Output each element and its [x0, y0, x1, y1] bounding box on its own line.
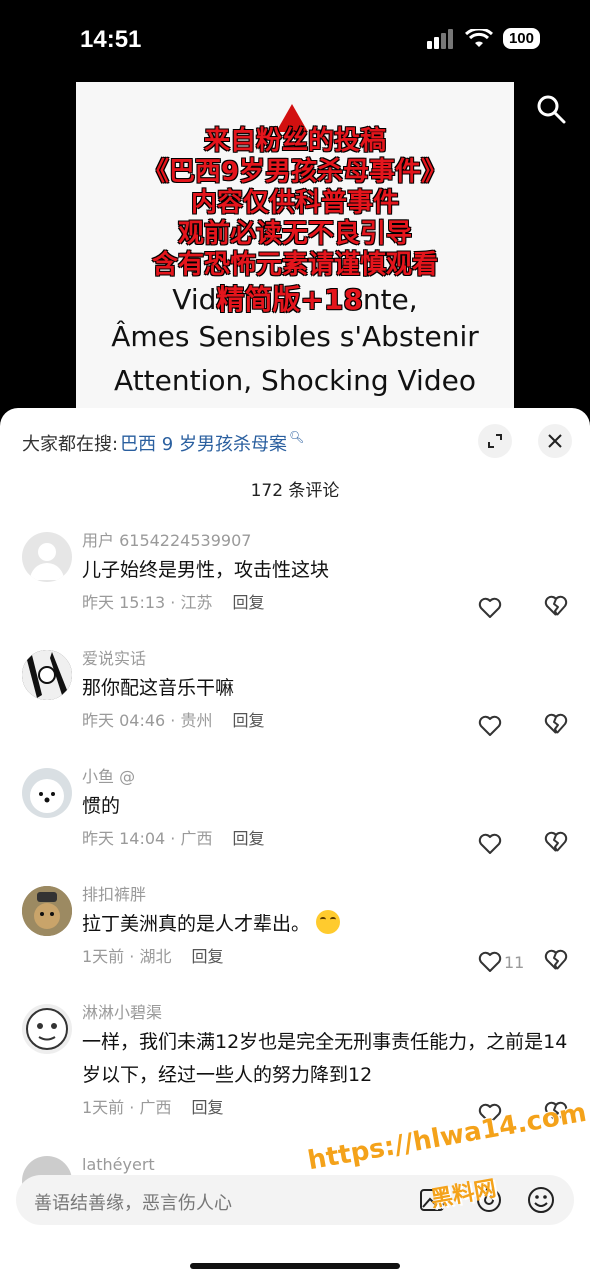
- hot-search-label: 大家都在搜:: [22, 434, 119, 455]
- comment-sheet: 大家都在搜: 巴西 9 岁男孩杀母案 🔍︎ 172 条评论 用户 6154224…: [0, 408, 590, 1280]
- comment-text: 一样，我们未满12岁也是完全无刑事责任能力，之前是14岁以下，经过一些人的努力降…: [82, 1031, 568, 1086]
- battery-indicator: 100: [502, 28, 540, 49]
- comment-list: 用户 6154224539907 儿子始终是男性，攻击性这块 昨天 15:13 …: [0, 528, 590, 1206]
- video-caption-chinese: 来自粉丝的投稿 《巴西9岁男孩杀母事件》 内容仅供科普事件 观前必读无不良引导 …: [76, 126, 514, 281]
- comment-actions: [478, 828, 568, 860]
- like-button[interactable]: [478, 597, 528, 619]
- comment-actions: 11: [478, 946, 568, 978]
- reply-button[interactable]: 回复: [232, 705, 264, 737]
- broken-heart-icon: [544, 713, 568, 734]
- broken-heart-icon: [544, 949, 568, 970]
- comment-item: 用户 6154224539907 儿子始终是男性，攻击性这块 昨天 15:13 …: [0, 528, 590, 646]
- signal-icon: [426, 28, 453, 49]
- comment-input-placeholder: 善语结善缘，恶言伤人心: [34, 1193, 232, 1214]
- status-icons: 100: [426, 28, 540, 49]
- comment-username[interactable]: 淋淋小碧渠: [82, 1000, 570, 1026]
- search-small-icon: 🔍︎: [288, 430, 305, 444]
- dislike-button[interactable]: [544, 831, 568, 857]
- hot-search-link[interactable]: 巴西 9 岁男孩杀母案: [120, 430, 287, 456]
- comment-actions: [478, 592, 568, 624]
- anime-avatar-icon: [22, 650, 72, 700]
- video-caption-line: 来自粉丝的投稿: [203, 126, 386, 156]
- avatar[interactable]: [22, 1004, 72, 1054]
- dislike-button[interactable]: [544, 949, 568, 975]
- comment-text-content: 拉丁美洲真的是人才辈出。: [82, 913, 311, 935]
- dislike-button[interactable]: [544, 595, 568, 621]
- video-caption-line: Âmes Sensibles s'Abstenir: [111, 320, 479, 353]
- comment-username[interactable]: 用户 6154224539907: [82, 528, 570, 554]
- comment-text: 儿子始终是男性，攻击性这块: [82, 559, 330, 581]
- comment-text: 拉丁美洲真的是人才辈出。: [82, 908, 570, 941]
- comment-time: 1天前 · 广西: [82, 1098, 172, 1117]
- cat-avatar-icon: [22, 886, 72, 936]
- status-time: 14:51: [80, 26, 142, 53]
- expand-button[interactable]: [478, 424, 512, 458]
- video-caption-line: 内容仅供科普事件: [190, 188, 399, 218]
- comment-time: 1天前 · 湖北: [82, 947, 172, 966]
- avatar[interactable]: [22, 768, 72, 818]
- video-caption-line: 《巴西9岁男孩杀母事件》: [142, 157, 448, 187]
- broken-heart-icon: [544, 595, 568, 616]
- comment-count: 172 条评论: [250, 481, 340, 501]
- like-button[interactable]: [478, 715, 528, 737]
- comment-time: 昨天 04:46 · 贵州: [82, 711, 213, 730]
- heart-icon: [478, 951, 502, 972]
- caption-text: Vid: [172, 283, 217, 316]
- comment-text: 那你配这音乐干嘛: [82, 677, 235, 699]
- video-caption-line: 含有恐怖元素请谨慎观看: [151, 250, 438, 280]
- video-caption-line: Attention, Shocking Video: [114, 364, 476, 397]
- dislike-button[interactable]: [544, 713, 568, 739]
- status-bar: 14:51 100: [0, 0, 590, 80]
- avatar[interactable]: [22, 886, 72, 936]
- comment-item: 小鱼 @ 惯的 昨天 14:04 · 广西 回复: [0, 764, 590, 882]
- reply-button[interactable]: 回复: [191, 1092, 223, 1124]
- like-button[interactable]: 11: [478, 951, 528, 973]
- broken-heart-icon: [544, 831, 568, 852]
- sketch-avatar-icon: [26, 1008, 68, 1050]
- wifi-icon: [464, 28, 493, 47]
- video-player[interactable]: 来自粉丝的投稿 《巴西9岁男孩杀母事件》 内容仅供科普事件 观前必读无不良引导 …: [76, 82, 514, 412]
- comment-text: 惯的: [82, 795, 121, 817]
- expand-icon: [488, 434, 502, 448]
- comment-username[interactable]: 小鱼 @: [82, 764, 570, 790]
- comment-actions: [478, 710, 568, 742]
- comment-username[interactable]: 排扣裤胖: [82, 882, 570, 908]
- heart-icon: [478, 715, 502, 736]
- like-button[interactable]: [478, 833, 528, 855]
- default-avatar-icon: [30, 543, 64, 580]
- comment-time: 昨天 14:04 · 广西: [82, 829, 213, 848]
- video-caption-line: Vid精简版+18nte,: [76, 278, 514, 318]
- caption-red-text: 精简版+18: [216, 283, 363, 316]
- avatar[interactable]: [22, 532, 72, 582]
- comment-username[interactable]: 爱说实话: [82, 646, 570, 672]
- heart-icon: [478, 597, 502, 618]
- home-indicator[interactable]: [190, 1263, 400, 1269]
- reply-button[interactable]: 回复: [191, 941, 223, 973]
- close-icon: [548, 434, 562, 448]
- comment-item: 爱说实话 那你配这音乐干嘛 昨天 04:46 · 贵州 回复: [0, 646, 590, 764]
- video-caption-line: 观前必读无不良引导: [177, 219, 412, 249]
- reply-button[interactable]: 回复: [232, 823, 264, 855]
- laugh-cry-emoji-icon: [316, 910, 341, 934]
- avatar[interactable]: [22, 650, 72, 700]
- like-count: 11: [504, 952, 525, 972]
- close-button[interactable]: [538, 424, 572, 458]
- reply-button[interactable]: 回复: [232, 587, 264, 619]
- comment-item: 排扣裤胖 拉丁美洲真的是人才辈出。 1天前 · 湖北 回复 11: [0, 882, 590, 1000]
- heart-icon: [478, 833, 502, 854]
- search-icon[interactable]: [536, 94, 566, 124]
- caption-text: nte,: [362, 283, 418, 316]
- emoji-icon[interactable]: [526, 1185, 556, 1215]
- dog-avatar-icon: [30, 779, 64, 813]
- comment-time: 昨天 15:13 · 江苏: [82, 593, 213, 612]
